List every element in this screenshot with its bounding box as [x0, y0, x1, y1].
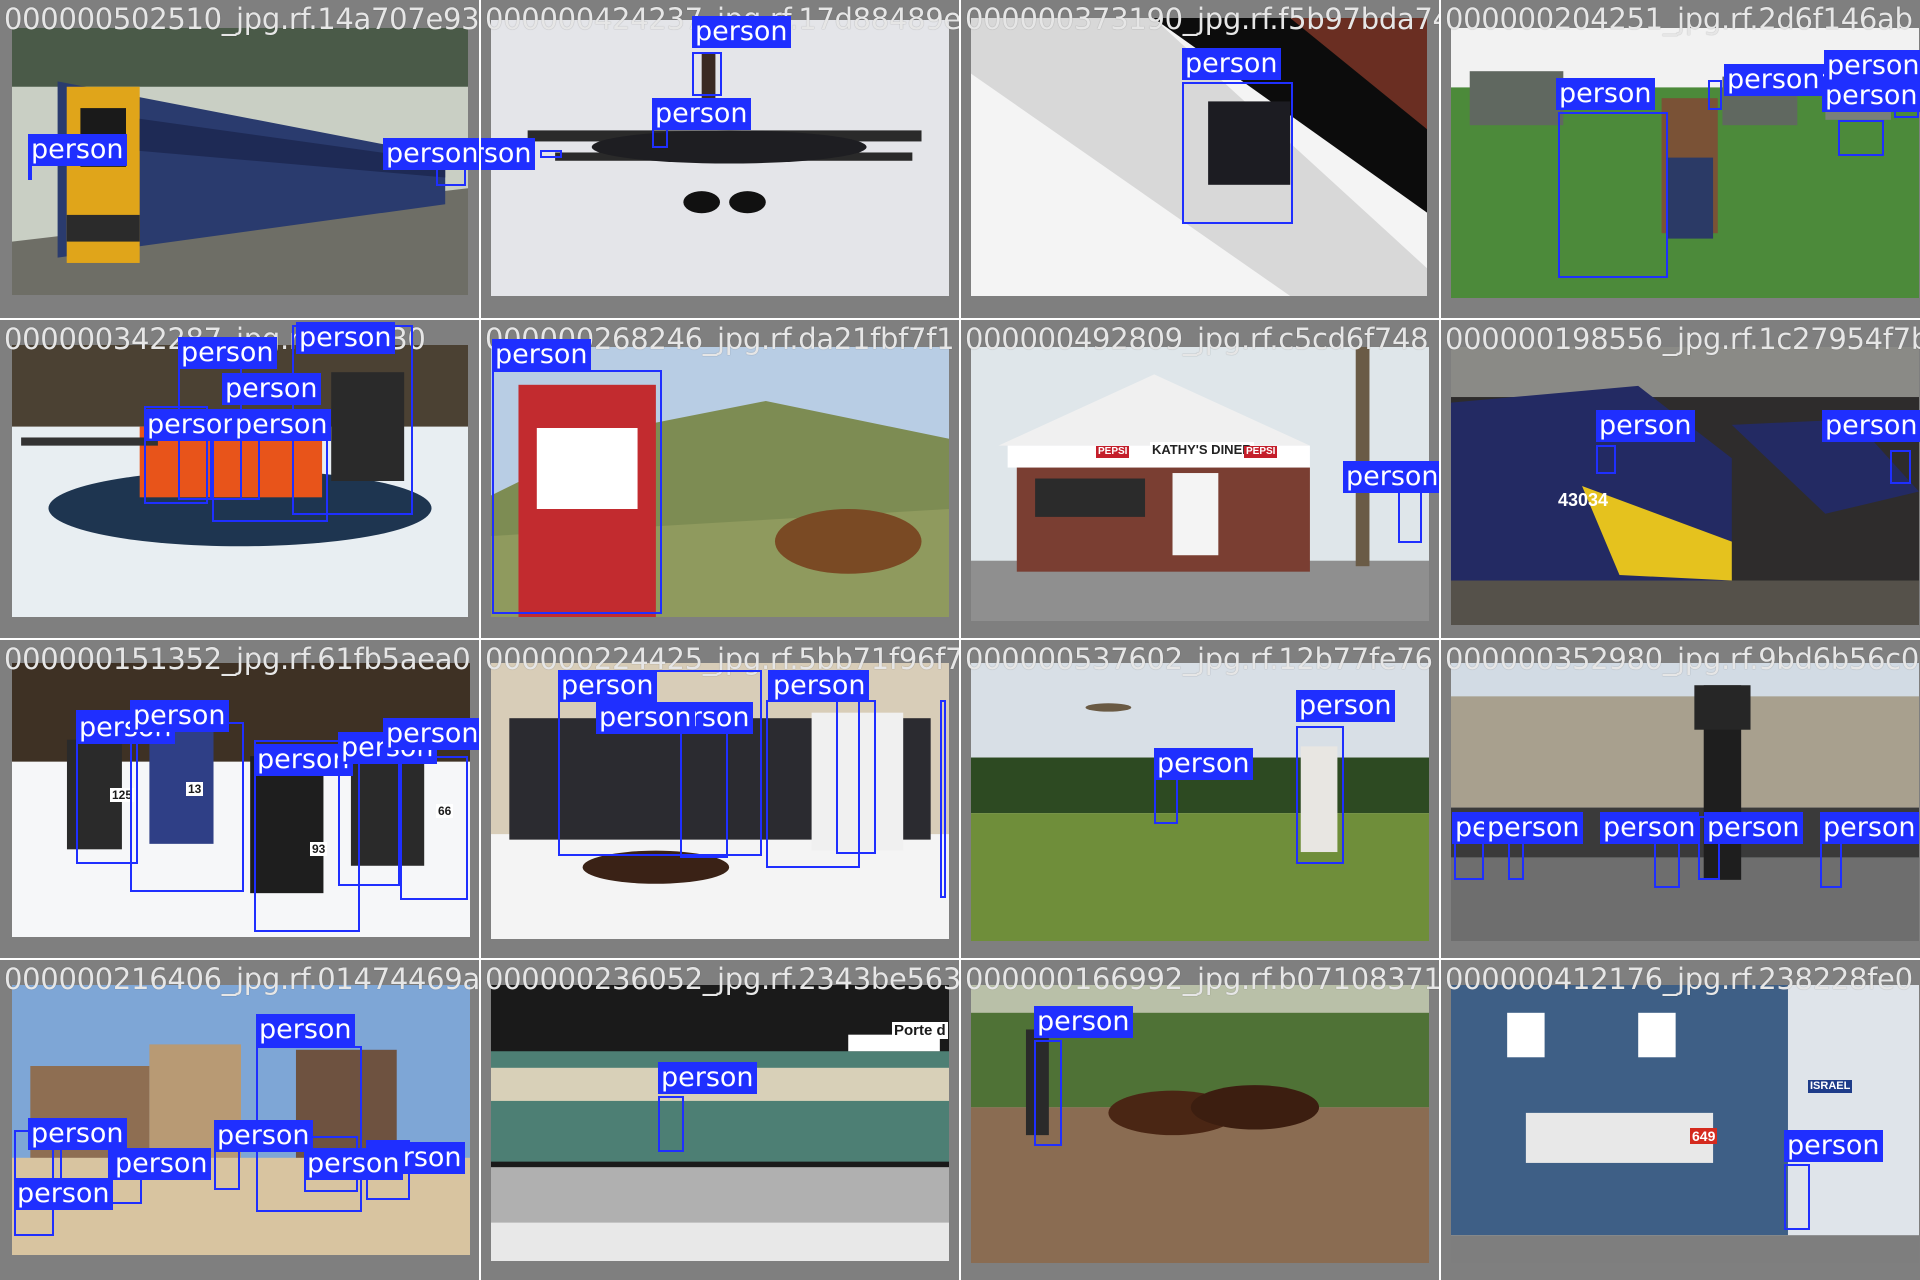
- detection-label: person: [1820, 812, 1919, 844]
- detection-box: [1508, 840, 1524, 880]
- detection-label: person: [1034, 1006, 1133, 1038]
- detection-box: [1296, 726, 1344, 864]
- detection-label: person: [558, 670, 657, 702]
- mosaic-tile: ISRAEL 649 000000412176_jpg.rf.238228fe0 pe…: [1441, 960, 1920, 1280]
- detection-label: person: [112, 1148, 211, 1180]
- detection-label: person: [1822, 410, 1920, 442]
- detection-label: person: [28, 1118, 127, 1150]
- detection-label: person: [1556, 78, 1655, 110]
- detection-box: [540, 150, 562, 158]
- mosaic-tile: 125 13 93 66 000000151352_jpg.rf.61fb5aea0 pe…: [0, 640, 479, 958]
- detection-label: person: [1296, 690, 1395, 722]
- mosaic-tile: 000000537602_jpg.rf.12b77fe76 person perso…: [961, 640, 1439, 958]
- detection-box: [130, 722, 244, 892]
- detection-box: [400, 756, 468, 900]
- detection-label: person: [596, 702, 695, 734]
- detection-box: [836, 700, 876, 854]
- pepsi-sign: PEPSI: [1096, 446, 1130, 458]
- pepsi-sign: PEPSI: [1244, 446, 1278, 458]
- detection-box: [680, 720, 728, 858]
- detection-box: [214, 1148, 240, 1190]
- mosaic-tile: 000000216406_jpg.rf.01474469a person perso…: [0, 960, 479, 1280]
- detection-label: person: [692, 16, 791, 48]
- detection-box: [1784, 1164, 1810, 1230]
- detection-box: [940, 700, 946, 898]
- detection-label: person: [1784, 1130, 1883, 1162]
- detection-box: [658, 1096, 684, 1152]
- detection-box: [1034, 1040, 1062, 1146]
- detection-label: person: [770, 670, 869, 702]
- detection-box: [652, 128, 668, 148]
- mosaic-tile: KATHY'S DINER PEPSI PEPSI 000000492809_jpg.…: [961, 320, 1439, 638]
- detection-box: [1890, 450, 1911, 484]
- detection-label: person: [304, 1148, 403, 1180]
- tile-photo: [1451, 985, 1919, 1263]
- tile-photo: [1451, 663, 1919, 941]
- detection-label: person: [383, 718, 479, 750]
- detection-label: person: [492, 339, 591, 371]
- detection-box: [492, 370, 662, 614]
- mosaic-grid: 000000502510_jpg.rf.14a707e93 person perso…: [0, 0, 1920, 1280]
- store-sign: ISRAEL: [1808, 1080, 1853, 1093]
- mosaic-tile: 000000373190_jpg.rf.f5b97bda74 person: [961, 0, 1439, 318]
- detection-label: person: [232, 409, 331, 441]
- detection-label: person: [214, 1120, 313, 1152]
- detection-label: person: [383, 138, 479, 170]
- detection-label: person: [1484, 812, 1583, 844]
- detection-label: person: [1704, 812, 1803, 844]
- station-sign: Porte d: [892, 1022, 948, 1039]
- detection-box: [1708, 80, 1722, 110]
- mosaic-tile: 43034 000000198556_jpg.rf.1c27954f7b perso…: [1441, 320, 1920, 638]
- detection-box: [1596, 445, 1616, 474]
- detection-label: person: [1822, 80, 1920, 112]
- detection-label: person: [14, 1178, 113, 1210]
- mosaic-tile: Porte d 000000236052_jpg.rf.2343be563 pers…: [481, 960, 959, 1280]
- detection-label: person: [130, 700, 229, 732]
- detection-label: person: [222, 373, 321, 405]
- detection-label: person: [658, 1062, 757, 1094]
- detection-box: [1838, 120, 1884, 156]
- detection-box: [1182, 82, 1293, 224]
- detection-label: person: [1182, 48, 1281, 80]
- train-number: 43034: [1558, 490, 1609, 510]
- mosaic-tile: 000000352980_jpg.rf.9bd6b56c0 person perso…: [1441, 640, 1920, 958]
- detection-label: person: [652, 98, 751, 130]
- detection-label: person: [1824, 50, 1920, 82]
- detection-box: [1558, 112, 1668, 278]
- detection-label: person: [28, 134, 127, 166]
- mosaic-tile: 000000224425_jpg.rf.5bb71f96f7 person pers…: [481, 640, 959, 958]
- lottery-sign: 649: [1690, 1128, 1718, 1144]
- detection-label: person: [1154, 748, 1253, 780]
- mosaic-tile: 000000204251_jpg.rf.2d6f146ab person perso…: [1441, 0, 1920, 318]
- detection-label: person: [178, 337, 277, 369]
- detection-label: person: [1343, 461, 1439, 493]
- detection-box: [28, 166, 32, 180]
- mosaic-tile: 000000268246_jpg.rf.da21fbf7f1 person: [481, 320, 959, 638]
- detection-label: person: [481, 138, 535, 170]
- detection-box: [210, 432, 260, 500]
- detection-label: person: [256, 1014, 355, 1046]
- diner-sign: KATHY'S DINER: [1150, 442, 1254, 457]
- detection-label: person: [296, 322, 395, 354]
- detection-label: person: [1724, 64, 1823, 96]
- mosaic-tile: 000000342287_jpg.rf.be6430personpersonpe…: [0, 320, 479, 638]
- mosaic-tile: 000000424237_jpg.rf.17d88489e7personpers…: [481, 0, 959, 318]
- mosaic-tile: 000000166992_jpg.rf.b07108371 person: [961, 960, 1439, 1280]
- tile-photo: [491, 985, 949, 1261]
- tile-photo: [1451, 347, 1919, 625]
- detection-label: person: [144, 409, 243, 441]
- mosaic-tile: 000000502510_jpg.rf.14a707e93 person perso…: [0, 0, 479, 318]
- detection-label: person: [1596, 410, 1695, 442]
- detection-box: [692, 52, 722, 96]
- detection-label: person: [1600, 812, 1699, 844]
